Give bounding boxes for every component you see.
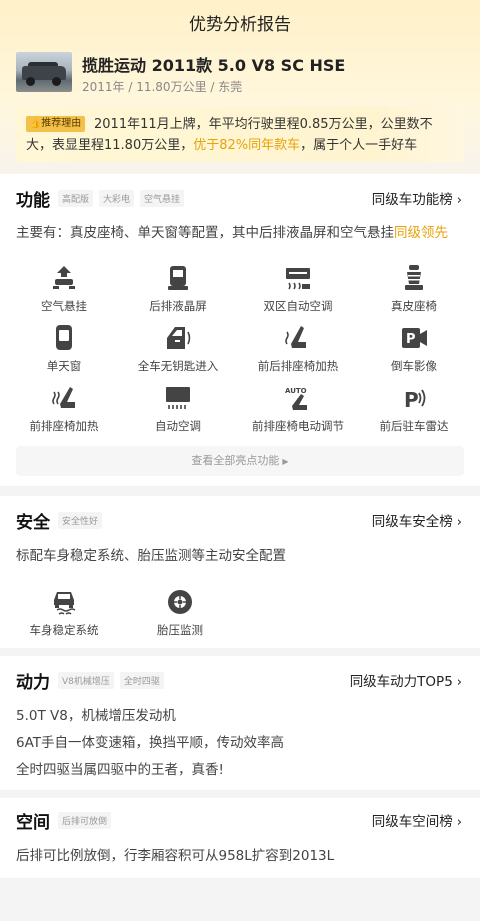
tag: V8机械增压 <box>58 672 114 689</box>
space-desc: 后排可比例放倒，行李厢容积可从958L扩容到2013L <box>16 848 335 864</box>
space-tags: 后排可放倒 <box>58 812 112 829</box>
feature-item[interactable]: AUTO 前排座椅电动调节 <box>238 384 358 434</box>
feature-item[interactable]: 真皮座椅 <box>354 264 474 314</box>
feature-item[interactable]: P 前后驻车雷达 <box>354 384 474 434</box>
feature-item[interactable]: 单天窗 <box>4 324 124 374</box>
chevron-right-icon: › <box>456 815 462 830</box>
chevron-right-icon: › <box>456 515 462 530</box>
seat-heating-icon <box>285 326 306 348</box>
safety-item[interactable]: 胎压监测 <box>120 588 240 638</box>
features-desc: 主要有：真皮座椅、单天窗等配置，其中后排液晶屏和空气悬挂同级领先 <box>16 225 448 241</box>
tag: 高配版 <box>58 190 94 207</box>
recommend-reason: 👍推荐理由 2011年11月上牌，年平均行驶里程0.85万公里，公里数不大，表显… <box>16 106 464 162</box>
page-title: 优势分析报告 <box>189 15 291 35</box>
auto-ac-icon <box>166 387 190 409</box>
chevron-right-icon: › <box>456 193 462 208</box>
chevron-right-icon: › <box>456 675 462 690</box>
power-line: 5.0T V8，机械增压发动机 <box>16 708 176 724</box>
feature-item[interactable]: 全车无钥匙进入 <box>118 324 238 374</box>
svg-text:P: P <box>404 388 419 412</box>
recommend-text: 2011年11月上牌，年平均行驶里程0.85万公里，公里数不大，表显里程11.8… <box>26 117 433 153</box>
space-title: 空间 <box>16 813 50 833</box>
dual-zone-ac-icon <box>286 268 310 290</box>
sunroof-icon <box>56 325 72 350</box>
feature-item[interactable]: 空气悬挂 <box>4 264 124 314</box>
tag: 全时四驱 <box>119 672 164 689</box>
tire-pressure-icon <box>168 590 192 614</box>
feature-item[interactable]: P 倒车影像 <box>354 324 474 374</box>
car-name: 揽胜运动 2011款 5.0 V8 SC HSE <box>82 56 346 75</box>
feature-item[interactable]: 前后排座椅加热 <box>238 324 358 374</box>
features-tags: 高配版 大彩电 空气悬挂 <box>58 190 185 207</box>
features-card: 功能 高配版 大彩电 空气悬挂 同级车功能榜 › 主要有：真皮座椅、单天窗等配置，… <box>0 174 480 486</box>
features-title: 功能 <box>16 191 50 211</box>
car-meta: 2011年 / 11.80万公里 / 东莞 <box>82 80 243 94</box>
recommend-highlight: 优于82%同年款车 <box>193 138 301 153</box>
power-rank-link[interactable]: 同级车动力TOP5 › <box>350 670 462 690</box>
tag: 大彩电 <box>99 190 135 207</box>
power-title: 动力 <box>16 673 50 693</box>
parking-radar-icon: P <box>404 388 426 412</box>
svg-text:AUTO: AUTO <box>285 387 307 395</box>
leather-seat-icon <box>405 265 423 290</box>
feature-item[interactable]: 自动空调 <box>118 384 238 434</box>
reverse-camera-icon: P <box>402 328 427 348</box>
triangle-right-icon: ▶ <box>282 457 289 466</box>
stability-control-icon <box>54 592 76 615</box>
power-tags: V8机械增压 全时四驱 <box>58 672 164 689</box>
air-suspension-icon <box>53 266 75 289</box>
tag: 空气悬挂 <box>140 190 185 207</box>
front-seat-heating-icon <box>52 387 75 408</box>
space-rank-link[interactable]: 同级车空间榜 › <box>372 810 462 830</box>
tag: 后排可放倒 <box>58 812 112 829</box>
keyless-entry-icon <box>167 327 191 349</box>
car-summary[interactable]: 揽胜运动 2011款 5.0 V8 SC HSE 2011年 / 11.80万公… <box>16 52 466 96</box>
power-line: 全时四驱当属四驱中的王者，真香! <box>16 762 224 778</box>
safety-desc: 标配车身稳定系统、胎压监测等主动安全配置 <box>16 548 286 564</box>
svg-text:P: P <box>406 332 416 347</box>
power-line: 6AT手自一体变速箱，换挡平顺，传动效率高 <box>16 735 285 751</box>
power-card: 动力 V8机械增压 全时四驱 同级车动力TOP5 › 5.0T V8，机械增压发动… <box>0 656 480 790</box>
rear-screen-icon <box>168 266 188 290</box>
feature-item[interactable]: 双区自动空调 <box>238 264 358 314</box>
feature-item[interactable]: 前排座椅加热 <box>4 384 124 434</box>
power-seat-icon: AUTO <box>285 387 307 410</box>
view-all-features-button[interactable]: 查看全部亮点功能 ▶ <box>16 446 464 476</box>
space-card: 空间 后排可放倒 同级车空间榜 › 后排可比例放倒，行李厢容积可从958L扩容到2… <box>0 798 480 878</box>
safety-rank-link[interactable]: 同级车安全榜 › <box>372 510 462 530</box>
safety-item[interactable]: 车身稳定系统 <box>4 588 124 638</box>
report-header: 优势分析报告 揽胜运动 2011款 5.0 V8 SC HSE 2011年 / … <box>0 0 480 180</box>
car-thumbnail <box>16 52 72 92</box>
feature-item[interactable]: 后排液晶屏 <box>118 264 238 314</box>
safety-title: 安全 <box>16 513 50 533</box>
safety-tags: 安全性好 <box>58 512 103 529</box>
safety-card: 安全 安全性好 同级车安全榜 › 标配车身稳定系统、胎压监测等主动安全配置 车身稳… <box>0 496 480 648</box>
tag: 安全性好 <box>58 512 103 529</box>
features-rank-link[interactable]: 同级车功能榜 › <box>372 188 462 208</box>
